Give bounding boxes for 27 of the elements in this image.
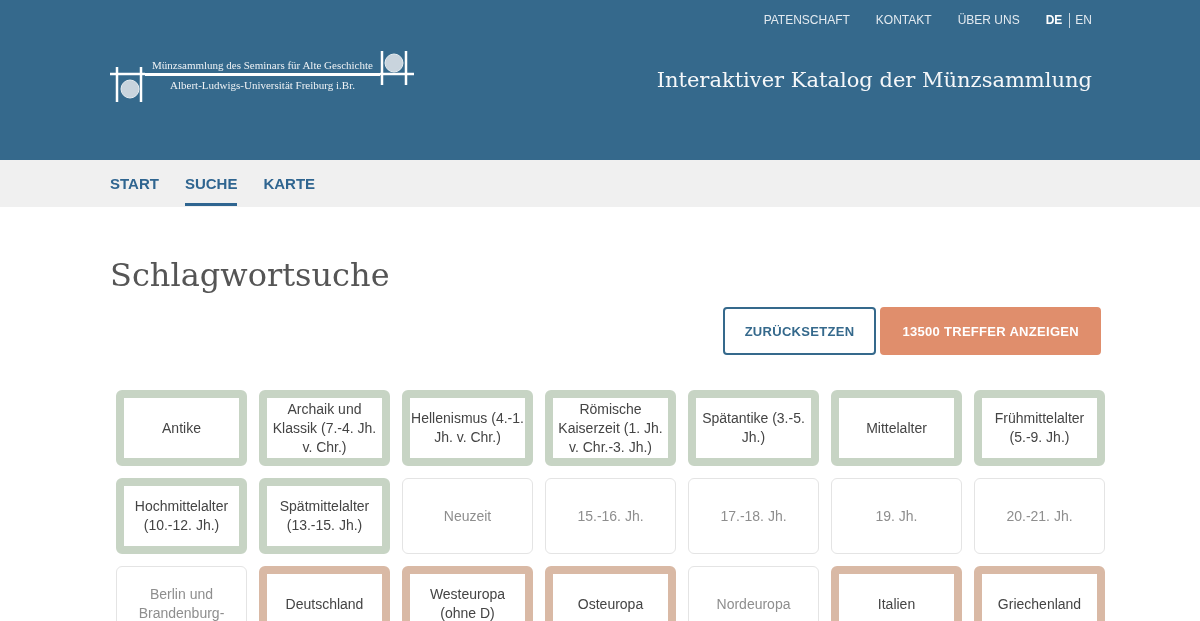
nav-tab[interactable]: START — [110, 160, 159, 206]
keyword-tile[interactable]: Griechenland — [974, 566, 1105, 621]
logo-subtitle: Albert-Ludwigs-Universität Freiburg i.Br. — [170, 78, 355, 92]
keyword-tile[interactable]: Hellenismus (4.-1. Jh. v. Chr.) — [402, 390, 533, 466]
keyword-tile[interactable]: Antike — [116, 390, 247, 466]
keyword-tile[interactable]: Deutschland — [259, 566, 390, 621]
keyword-tile[interactable]: Osteuropa — [545, 566, 676, 621]
keyword-tile[interactable]: Spätmittelalter (13.-15. Jh.) — [259, 478, 390, 554]
keyword-tile[interactable]: Italien — [831, 566, 962, 621]
keyword-tile[interactable]: Westeuropa (ohne D) — [402, 566, 533, 621]
nav-tab[interactable]: KARTE — [263, 160, 316, 206]
nav-tab[interactable]: SUCHE — [184, 160, 238, 206]
top-nav-link[interactable]: ÜBER UNS — [957, 12, 1020, 28]
keyword-tile[interactable]: Archaik und Klassik (7.-4. Jh. v. Chr.) — [259, 390, 390, 466]
language-link[interactable]: DE — [1045, 12, 1063, 28]
keyword-tile[interactable]: Römische Kaiserzeit (1. Jh. v. Chr.-3. Jh.) — [545, 390, 676, 466]
logo-text: Münzsammlung des Seminars für Alte Geschichte — [152, 59, 373, 72]
site-title: Interaktiver Katalog der Münzsammlung — [656, 67, 1092, 93]
top-nav-link[interactable]: KONTAKT — [875, 12, 932, 28]
keyword-tile[interactable]: Spätantike (3.-5. Jh.) — [688, 390, 819, 466]
keyword-tile[interactable]: Hochmittelalter (10.-12. Jh.) — [116, 478, 247, 554]
page-heading: Schlagwortsuche — [110, 256, 390, 294]
top-nav-link[interactable]: PATENSCHAFT — [763, 12, 850, 28]
keyword-tile[interactable]: Mittelalter — [831, 390, 962, 466]
keyword-tile[interactable]: Frühmittelalter (5.-9. Jh.) — [974, 390, 1105, 466]
reset-button[interactable]: ZURÜCKSETZEN — [722, 307, 877, 355]
language-link[interactable]: EN — [1075, 12, 1092, 28]
